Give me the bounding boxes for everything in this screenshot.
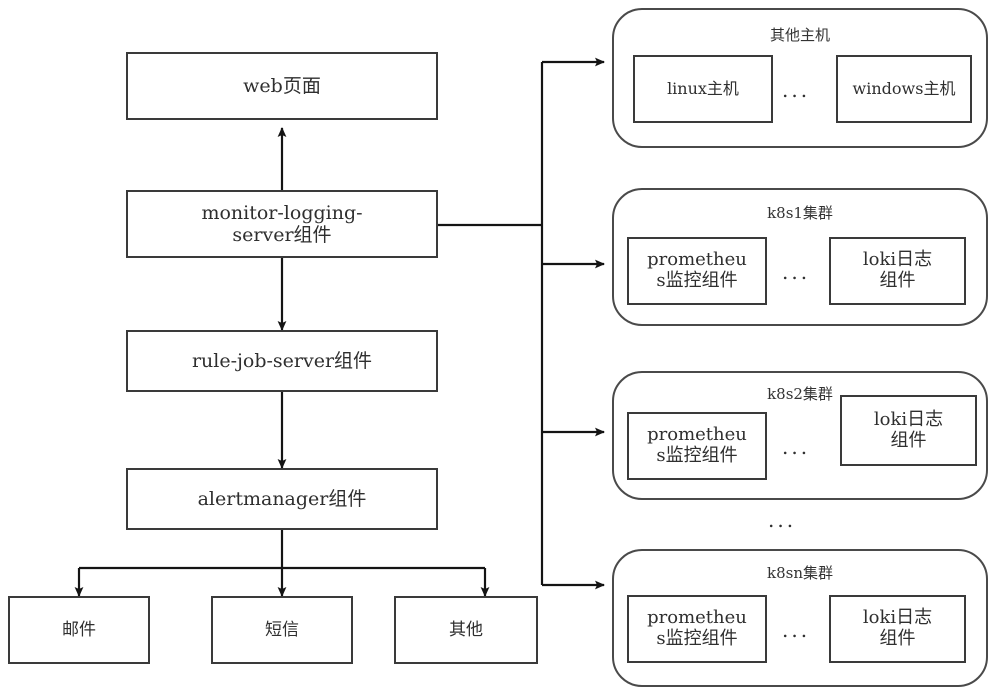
node-rule-job-server[interactable]: rule-job-server组件 [126, 330, 438, 392]
node-email[interactable]: 邮件 [8, 596, 150, 664]
node-prometheus-k8sn-label: prometheu s监控组件 [647, 607, 747, 649]
group-other-hosts[interactable]: 其他主机 linux主机 ... windows主机 [612, 8, 988, 148]
group-k8s1[interactable]: k8s1集群 prometheu s监控组件 ... loki日志 组件 [612, 188, 988, 326]
node-linux-host-label: linux主机 [667, 78, 739, 98]
node-email-label: 邮件 [62, 619, 96, 640]
node-loki-k8s1[interactable]: loki日志 组件 [829, 237, 966, 305]
node-alertmanager-label: alertmanager组件 [197, 487, 367, 510]
node-loki-k8s1-label: loki日志 组件 [862, 249, 933, 291]
node-monitor-logging-server[interactable]: monitor-logging- server组件 [126, 190, 438, 258]
node-loki-k8sn[interactable]: loki日志 组件 [829, 595, 966, 663]
node-web-page-label: web页面 [243, 74, 321, 97]
node-prometheus-k8s1-label: prometheu s监控组件 [647, 249, 747, 291]
node-sms-label: 短信 [265, 619, 299, 640]
node-other-channel-label: 其他 [449, 619, 483, 640]
group-k8sn-title: k8sn集群 [767, 564, 833, 582]
node-windows-host[interactable]: windows主机 [836, 55, 972, 123]
group-k8sn-ellipsis: ... [782, 618, 811, 642]
node-prometheus-k8s1[interactable]: prometheu s监控组件 [627, 237, 767, 305]
group-k8sn[interactable]: k8sn集群 prometheu s监控组件 ... loki日志 组件 [612, 549, 988, 687]
node-monitor-logging-server-label: monitor-logging- server组件 [201, 201, 363, 246]
node-loki-k8s2-label: loki日志 组件 [873, 408, 944, 451]
group-k8s2[interactable]: k8s2集群 prometheu s监控组件 ... loki日志 组件 [612, 371, 988, 500]
node-loki-k8s2[interactable]: loki日志 组件 [840, 395, 977, 466]
node-windows-host-label: windows主机 [852, 78, 956, 98]
node-rule-job-server-label: rule-job-server组件 [191, 349, 373, 372]
node-loki-k8sn-label: loki日志 组件 [862, 607, 933, 649]
node-sms[interactable]: 短信 [211, 596, 353, 664]
node-prometheus-k8s2-label: prometheu s监控组件 [647, 424, 747, 466]
architecture-diagram: web页面 monitor-logging- server组件 rule-job… [0, 0, 1000, 696]
node-alertmanager[interactable]: alertmanager组件 [126, 468, 438, 530]
node-web-page[interactable]: web页面 [126, 52, 438, 120]
group-other-hosts-title: 其他主机 [769, 26, 830, 44]
group-k8s2-ellipsis: ... [782, 435, 811, 459]
group-other-hosts-ellipsis: ... [782, 78, 811, 102]
node-prometheus-k8sn[interactable]: prometheu s监控组件 [627, 595, 767, 663]
node-prometheus-k8s2[interactable]: prometheu s监控组件 [627, 412, 767, 480]
node-linux-host[interactable]: linux主机 [633, 55, 773, 123]
group-k8s1-ellipsis: ... [782, 260, 811, 284]
group-k8s1-title: k8s1集群 [767, 204, 833, 222]
node-other-channel[interactable]: 其他 [394, 596, 538, 664]
group-list-ellipsis: ... [768, 508, 797, 532]
